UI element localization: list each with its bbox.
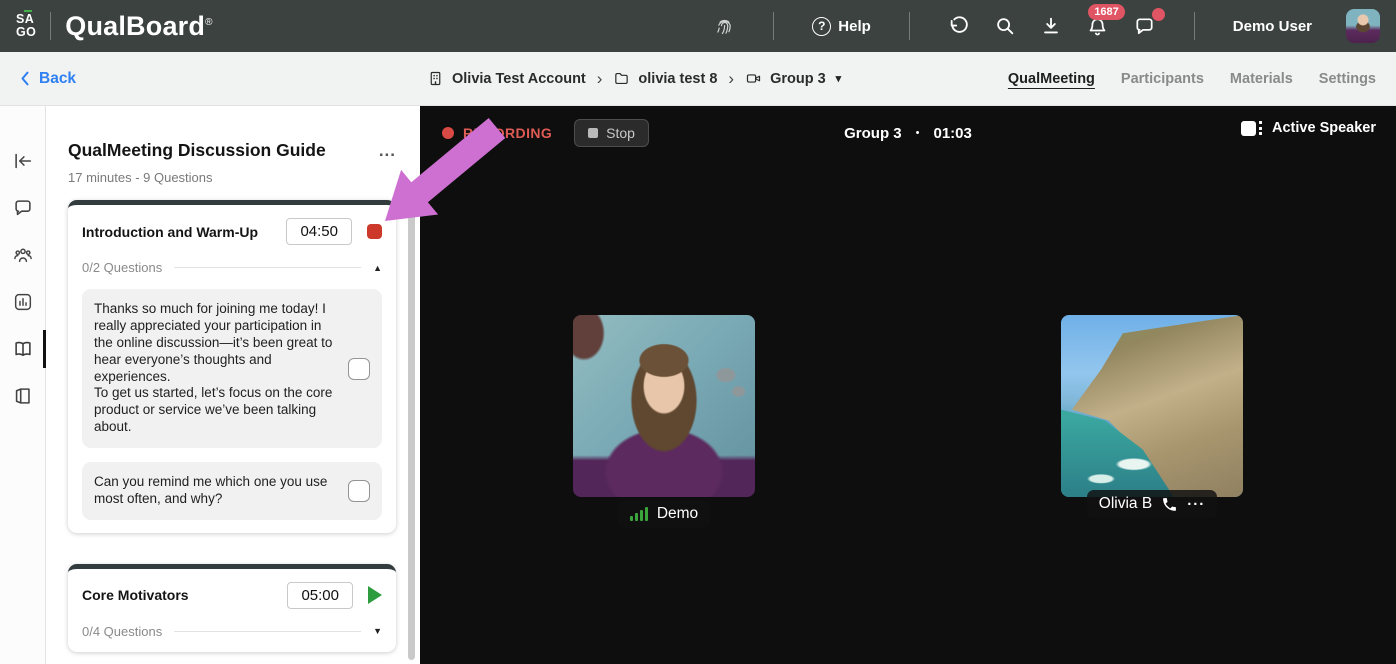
question-checkbox[interactable] (348, 479, 370, 502)
breadcrumb-group-dropdown[interactable]: Group 3 ▾ (745, 70, 841, 87)
collapse-caret-icon[interactable]: ▲ (373, 263, 382, 273)
guide-section-intro: Introduction and Warm-Up 04:50 0/2 Quest… (68, 200, 396, 533)
section-progress: 0/2 Questions (82, 260, 163, 275)
guide-section-core-motivators: Core Motivators 05:00 0/4 Questions ▼ (68, 563, 396, 652)
participant-name: Olivia B (1098, 495, 1153, 512)
question-text: Can you remind me which one you use most… (94, 474, 328, 506)
fingerprint-icon[interactable] (714, 16, 735, 37)
active-speaker-label: Active Speaker (1272, 120, 1376, 136)
qualboard-app: SA GO QualBoard® ? Help 1687 Demo User B… (0, 0, 1396, 664)
header-divider (908, 12, 910, 40)
messages-unread-dot (1151, 7, 1165, 21)
participant-name: Demo (656, 505, 699, 522)
section-stop-button[interactable] (367, 224, 382, 239)
section-title: Introduction and Warm-Up (82, 223, 259, 240)
app-header: SA GO QualBoard® ? Help 1687 Demo User (0, 0, 1396, 52)
section-title: Core Motivators (82, 587, 189, 604)
tab-materials[interactable]: Materials (1230, 71, 1293, 87)
search-icon[interactable] (994, 15, 1016, 37)
sago-logo-accent (23, 9, 32, 13)
exit-meeting-icon[interactable] (12, 385, 34, 407)
user-name[interactable]: Demo User (1233, 18, 1312, 35)
section-timer[interactable]: 05:00 (287, 581, 353, 609)
breadcrumb-separator: › (728, 68, 735, 88)
sago-logo-line2: GO (16, 25, 37, 39)
meeting-group-label: Group 3 (844, 124, 902, 142)
breadcrumb-account[interactable]: Olivia Test Account (427, 70, 586, 87)
progress-divider (174, 630, 362, 632)
elapsed-time: 01:03 (933, 124, 972, 142)
participant-nameplate-olivia-b: Olivia B ··· (1086, 490, 1218, 518)
header-divider (1193, 12, 1195, 40)
notification-count-badge: 1687 (1088, 3, 1125, 20)
icon-rail (0, 106, 46, 664)
participant-video-demo[interactable] (573, 315, 755, 497)
question-card: Can you remind me which one you use most… (82, 462, 382, 520)
separator-dot: • (915, 127, 920, 139)
guide-overflow-menu[interactable]: ... (379, 140, 396, 159)
chat-panel-icon[interactable] (12, 197, 34, 219)
section-tabs: QualMeeting Participants Materials Setti… (1008, 71, 1376, 87)
registered-mark: ® (205, 16, 213, 28)
tab-participants[interactable]: Participants (1121, 71, 1204, 87)
header-divider (50, 12, 52, 40)
messages-icon[interactable] (1133, 7, 1165, 38)
breadcrumb-project-label: olivia test 8 (638, 70, 718, 87)
sago-logo[interactable]: SA GO (16, 9, 37, 39)
guide-title: QualMeeting Discussion Guide (68, 140, 326, 160)
breadcrumb-group-label: Group 3 (770, 70, 826, 87)
signal-strength-icon (629, 507, 648, 521)
undo-icon[interactable] (948, 15, 970, 37)
dropdown-caret-icon: ▾ (835, 73, 842, 85)
breadcrumb-account-label: Olivia Test Account (452, 70, 586, 87)
phone-icon[interactable] (1161, 496, 1178, 513)
expand-caret-icon[interactable]: ▼ (373, 626, 382, 636)
download-icon[interactable] (1040, 15, 1062, 37)
breadcrumb-bar: Back Olivia Test Account › olivia test 8… (0, 52, 1396, 106)
participants-panel-icon[interactable] (12, 244, 34, 266)
discussion-guide-icon[interactable] (12, 338, 34, 360)
question-card: Thanks so much for joining me today! I r… (82, 289, 382, 448)
participant-nameplate-demo: Demo (617, 500, 711, 528)
user-avatar[interactable] (1346, 9, 1380, 43)
folder-icon (615, 72, 629, 85)
active-speaker-toggle[interactable]: Active Speaker (1241, 120, 1376, 136)
brand-text: QualBoard (65, 10, 206, 41)
back-chevron-icon (21, 71, 29, 86)
poll-results-icon[interactable] (12, 291, 34, 313)
progress-divider (174, 267, 362, 268)
participant-video-olivia-b[interactable] (1061, 315, 1243, 497)
help-button[interactable]: ? Help (812, 16, 871, 36)
help-label: Help (838, 17, 871, 35)
help-icon: ? (812, 16, 832, 36)
breadcrumb-separator: › (596, 68, 603, 88)
section-play-button[interactable] (368, 586, 382, 605)
section-progress: 0/4 Questions (82, 623, 163, 639)
notifications-bell-icon[interactable]: 1687 (1086, 3, 1125, 38)
guide-subtitle: 17 minutes - 9 Questions (68, 170, 213, 185)
qualboard-brand[interactable]: QualBoard® (65, 11, 212, 42)
breadcrumb: Olivia Test Account › olivia test 8 › Gr… (427, 69, 841, 89)
tab-settings[interactable]: Settings (1319, 71, 1376, 87)
video-camera-icon (746, 74, 761, 83)
question-checkbox[interactable] (348, 357, 370, 380)
active-speaker-layout-icon (1241, 120, 1263, 136)
question-text: Thanks so much for joining me today! I r… (94, 301, 333, 435)
participant-more-menu[interactable]: ··· (1187, 496, 1205, 513)
video-stage: RECORDING Stop Group 3 • 01:03 Active Sp… (420, 106, 1396, 664)
building-icon (430, 71, 441, 86)
section-timer[interactable]: 04:50 (286, 218, 352, 245)
collapse-panel-icon[interactable] (12, 150, 34, 172)
header-divider (773, 12, 775, 40)
breadcrumb-project[interactable]: olivia test 8 (613, 70, 717, 87)
tab-qualmeeting[interactable]: QualMeeting (1008, 71, 1095, 87)
back-button[interactable]: Back (20, 70, 76, 88)
panel-scrollbar[interactable] (408, 195, 415, 660)
back-label: Back (39, 69, 77, 87)
discussion-guide-panel: QualMeeting Discussion Guide ... 17 minu… (46, 106, 420, 664)
